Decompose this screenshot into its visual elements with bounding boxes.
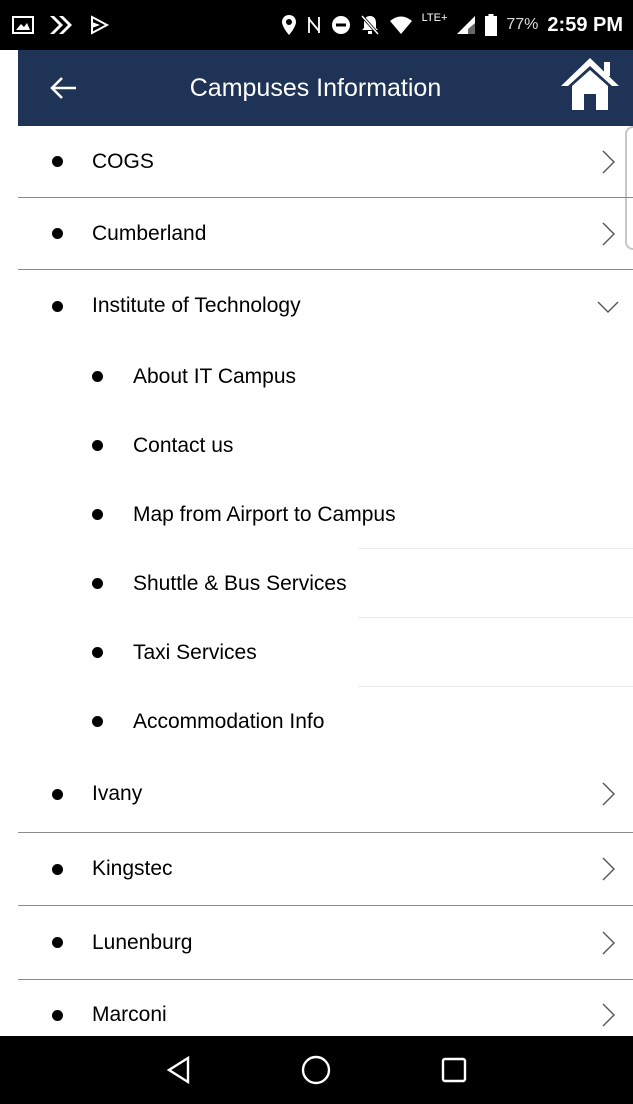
list-item-ivany[interactable]: Ivany — [18, 756, 633, 833]
chevron-right-icon — [602, 782, 615, 806]
chevron-right-icon — [602, 857, 615, 881]
home-circle-icon[interactable] — [296, 1050, 336, 1090]
notifications-off-icon — [360, 15, 379, 35]
list-item-lunenburg[interactable]: Lunenburg — [18, 906, 633, 980]
sub-item-label: Accommodation Info — [133, 709, 325, 733]
list-item-cumberland[interactable]: Cumberland — [18, 198, 633, 270]
list-item-label: Kingstec — [92, 857, 173, 880]
list-item-label: COGS — [92, 149, 154, 173]
bullet — [52, 937, 63, 948]
chevron-right-icon — [602, 150, 615, 173]
bullet — [52, 228, 63, 239]
chevron-right-icon — [602, 1003, 615, 1027]
signal-icon — [457, 16, 476, 34]
bullet — [52, 863, 63, 875]
sub-item-map-airport-to-campus[interactable]: Map from Airport to Campus — [18, 480, 633, 549]
bullet — [52, 1009, 63, 1021]
sub-item-taxi-services[interactable]: Taxi Services — [18, 618, 633, 687]
chevron-right-icon — [602, 222, 615, 245]
location-pin-icon — [281, 15, 296, 35]
list-item-label: Lunenburg — [92, 930, 193, 954]
play-icon — [91, 15, 110, 35]
recents-square-icon[interactable] — [434, 1050, 474, 1090]
list-item-label: Marconi — [92, 1003, 167, 1026]
bullet — [52, 788, 63, 800]
chevron-right-icon — [602, 931, 615, 954]
sub-item-label: Shuttle & Bus Services — [133, 571, 347, 595]
list-item-label: Cumberland — [92, 221, 207, 245]
list-item-label: Institute of Technology — [92, 294, 301, 317]
bullet — [92, 440, 103, 451]
campus-list: COGS Cumberland Institute of Technology … — [18, 126, 633, 1050]
app-header: Campuses Information — [18, 50, 633, 126]
list-item-kingstec[interactable]: Kingstec — [18, 833, 633, 906]
status-bar-left — [12, 14, 110, 36]
sub-item-contact-us[interactable]: Contact us — [18, 411, 633, 480]
page-title: Campuses Information — [189, 73, 442, 102]
bullet — [52, 156, 63, 167]
bullet — [92, 647, 103, 658]
wifi-icon — [389, 16, 412, 34]
sub-item-shuttle-bus-services[interactable]: Shuttle & Bus Services — [18, 549, 633, 618]
nfc-icon — [307, 17, 320, 33]
bullet — [92, 371, 103, 382]
battery-percent: 77% — [506, 16, 539, 33]
system-nav-bar — [0, 1036, 633, 1104]
list-item-institute-of-technology[interactable]: Institute of Technology — [18, 270, 633, 342]
chevron-down-icon — [597, 301, 619, 313]
sub-item-about-it-campus[interactable]: About IT Campus — [18, 342, 633, 411]
battery-icon — [485, 14, 498, 36]
back-triangle-icon[interactable] — [159, 1050, 199, 1090]
network-type: LTE+ — [421, 12, 448, 24]
next-icon — [50, 16, 72, 34]
bullet — [92, 716, 103, 727]
sub-item-label: Taxi Services — [133, 640, 257, 664]
status-bar: LTE+ 77% 2:59 PM — [0, 0, 633, 50]
bullet — [92, 578, 103, 589]
sub-item-label: Contact us — [133, 433, 234, 457]
list-item-cogs[interactable]: COGS — [18, 126, 633, 198]
sub-item-label: About IT Campus — [133, 364, 297, 388]
clock: 2:59 PM — [547, 13, 623, 36]
list-item-label: Ivany — [92, 782, 143, 805]
bullet — [52, 300, 63, 312]
do-not-disturb-icon — [331, 16, 350, 34]
status-bar-right: LTE+ 77% 2:59 PM — [281, 12, 623, 37]
home-icon[interactable] — [559, 54, 621, 114]
sub-item-label: Map from Airport to Campus — [133, 502, 396, 526]
image-icon — [12, 16, 34, 34]
bullet — [92, 509, 103, 520]
sub-item-accommodation-info[interactable]: Accommodation Info — [18, 687, 633, 756]
